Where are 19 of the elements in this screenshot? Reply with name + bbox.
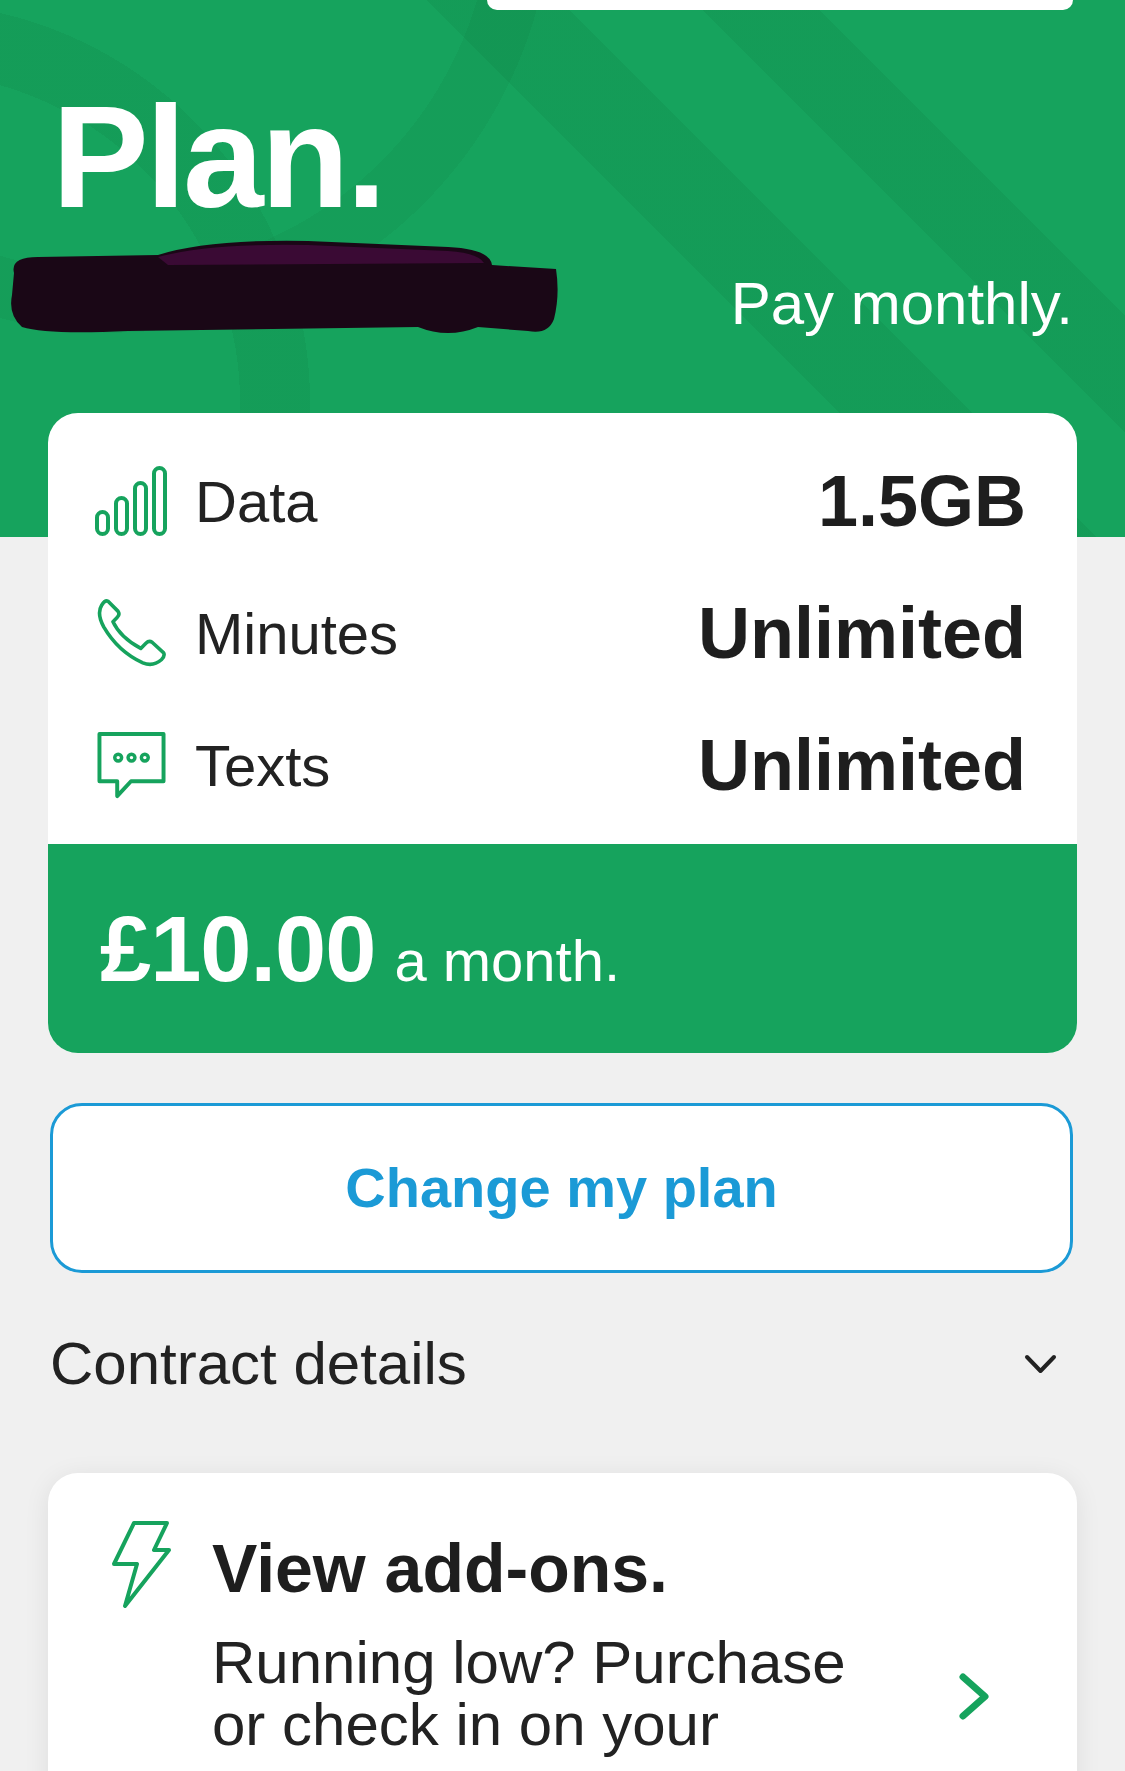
lightning-bolt-icon <box>110 1520 172 1609</box>
allowance-value: Unlimited <box>698 592 1026 675</box>
contract-details-toggle[interactable]: Contract details <box>48 1314 1077 1414</box>
page-title: Plan. <box>52 85 384 230</box>
phone-icon <box>95 598 168 668</box>
addons-description: Running low? Purchase or check in on your <box>212 1631 847 1756</box>
signal-bars-icon <box>95 466 168 536</box>
allowance-value: 1.5GB <box>817 460 1026 543</box>
allowance-label: Texts <box>195 731 331 800</box>
plan-type-text: Pay monthly. <box>730 269 1073 339</box>
allowance-label: Data <box>195 467 318 536</box>
addons-card[interactable]: View add-ons. Running low? Purchase or check in on your <box>48 1473 1077 1771</box>
price-amount: £10.00 <box>100 896 376 1002</box>
chat-bubble-icon <box>95 730 168 800</box>
addons-title: View add-ons. <box>212 1529 668 1608</box>
price-period: a month. <box>394 926 621 995</box>
chevron-right-icon <box>958 1673 990 1720</box>
allowance-label: Minutes <box>195 599 399 668</box>
allowance-value: Unlimited <box>698 724 1026 807</box>
